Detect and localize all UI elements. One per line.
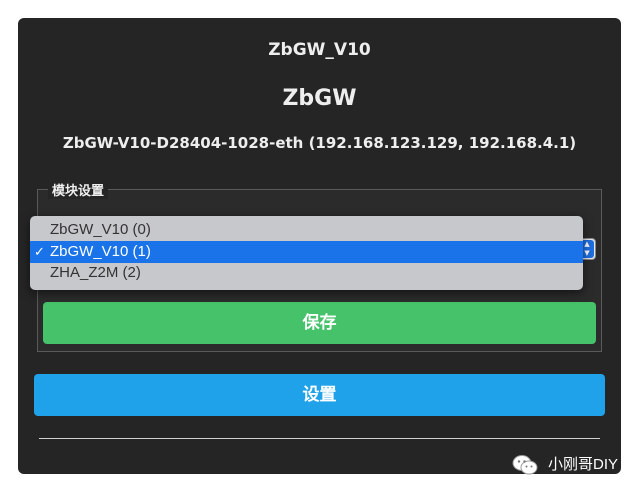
save-button[interactable]: 保存 [43,302,596,344]
divider [39,438,600,439]
checkmark-icon: ✓ [34,244,45,259]
module-select-dropdown: ZbGW_V10 (0) ✓ ZbGW_V10 (1) ZHA_Z2M (2) [30,216,583,290]
device-title: ZbGW_V10 [268,40,371,60]
select-option-2[interactable]: ZHA_Z2M (2) [30,262,583,284]
watermark: 小刚哥DIY [512,452,618,478]
select-option-0[interactable]: ZbGW_V10 (0) [30,219,583,241]
device-info: ZbGW-V10-D28404-1028-eth (192.168.123.12… [62,134,577,152]
watermark-text: 小刚哥DIY [547,456,618,474]
wechat-icon [512,455,538,475]
config-panel: ZbGW_V10 ZbGW ZbGW-V10-D28404-1028-eth (… [18,18,621,474]
select-option-1-label: ZbGW_V10 (1) [50,243,151,260]
app-name: ZbGW [282,86,357,111]
settings-button[interactable]: 设置 [34,374,605,416]
module-settings-legend: 模块设置 [48,180,109,199]
select-option-1-selected[interactable]: ✓ ZbGW_V10 (1) [30,241,583,263]
